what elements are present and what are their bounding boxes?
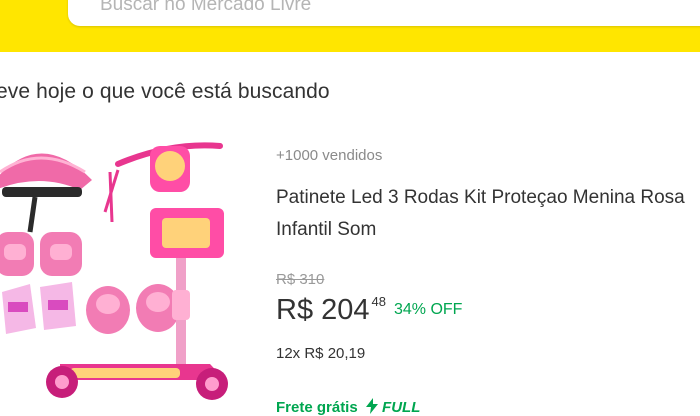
- full-badge: FULL: [365, 398, 421, 416]
- full-label: FULL: [382, 399, 421, 416]
- header-bar: Buscar no Mercado Livre: [0, 0, 700, 52]
- lightning-icon: [365, 398, 378, 414]
- discount-badge: 34% OFF: [393, 301, 463, 318]
- elbow-pads-image: [86, 284, 180, 334]
- installments: 12x R$ 20,19: [276, 345, 366, 362]
- wrist-guards-image: [2, 282, 76, 334]
- shipping-label: Frete grátis: [276, 399, 358, 416]
- price-cents: 48: [371, 294, 386, 309]
- helmet-image: [0, 144, 92, 233]
- section-title: eve hoje o que você está buscando: [0, 80, 330, 103]
- product-image[interactable]: [0, 132, 250, 410]
- price-row: R$ 204 48 34% OFF: [276, 294, 462, 327]
- search-input[interactable]: Buscar no Mercado Livre: [100, 0, 311, 16]
- original-price: R$ 310: [276, 271, 325, 288]
- current-price: R$ 204: [276, 294, 370, 326]
- search-box[interactable]: Buscar no Mercado Livre: [68, 0, 700, 26]
- sold-count: +1000 vendidos: [276, 147, 383, 164]
- free-shipping: Frete grátis FULL: [276, 398, 420, 416]
- knee-pads-image: [0, 232, 82, 276]
- product-title[interactable]: Patinete Led 3 Rodas Kit Proteçao Menina…: [276, 182, 700, 246]
